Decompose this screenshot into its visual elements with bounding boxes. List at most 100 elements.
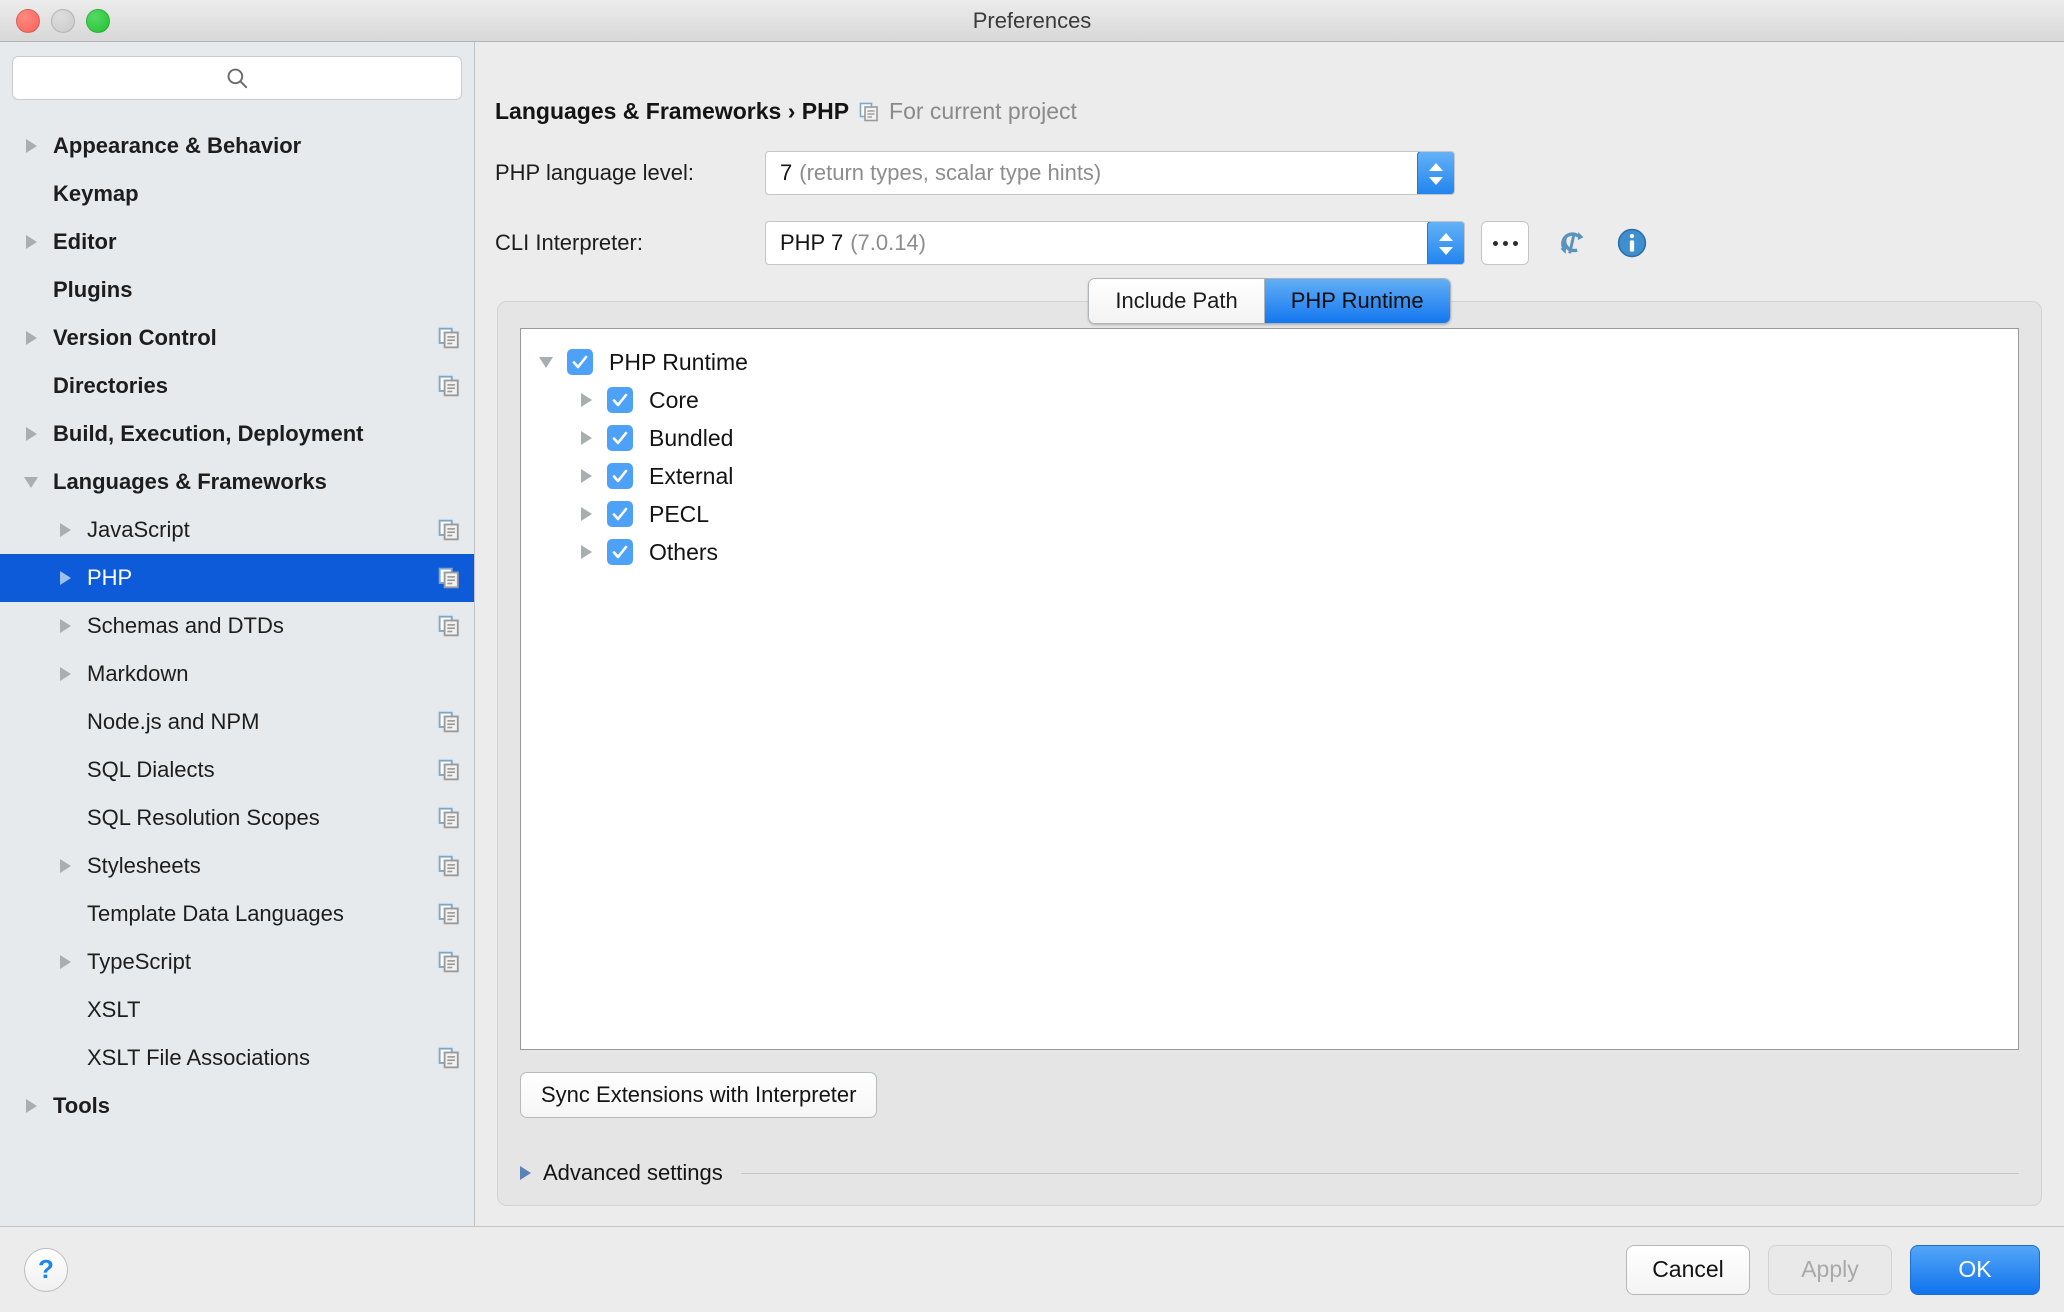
php-language-level-value: 7 bbox=[780, 160, 793, 185]
sidebar-item-label: Node.js and NPM bbox=[87, 709, 260, 734]
twisty[interactable] bbox=[18, 421, 44, 447]
browse-interpreters-button[interactable] bbox=[1481, 221, 1529, 265]
copy-icon bbox=[438, 519, 459, 541]
php-runtime-tree[interactable]: PHP Runtime Core Bundled External PECL Others bbox=[520, 328, 2019, 1050]
dialog-body: Appearance & Behavior Keymap Editor Plugins… bbox=[0, 42, 2064, 1226]
twisty[interactable] bbox=[571, 431, 601, 445]
twisty[interactable] bbox=[52, 661, 78, 687]
sidebar-item-appearance-behavior[interactable]: Appearance & Behavior bbox=[0, 122, 474, 170]
twisty[interactable] bbox=[571, 469, 601, 483]
tree-row[interactable]: External bbox=[521, 457, 2018, 495]
checkbox-external[interactable] bbox=[607, 463, 633, 489]
twisty[interactable] bbox=[52, 949, 78, 975]
sidebar-item-xslt[interactable]: XSLT bbox=[0, 986, 474, 1034]
sidebar-item-editor[interactable]: Editor bbox=[0, 218, 474, 266]
sidebar-item-sql-resolution-scopes[interactable]: SQL Resolution Scopes bbox=[0, 794, 474, 842]
tree-row-label: PECL bbox=[649, 500, 710, 527]
chevron-right-icon bbox=[580, 393, 592, 407]
chevron-right-icon bbox=[59, 571, 71, 585]
help-button[interactable]: ? bbox=[24, 1247, 68, 1292]
cli-interpreter-value: PHP 7 bbox=[780, 230, 844, 255]
sidebar-item-sql-dialects[interactable]: SQL Dialects bbox=[0, 746, 474, 794]
twisty[interactable] bbox=[18, 469, 44, 495]
info-button[interactable] bbox=[1615, 226, 1649, 260]
twisty[interactable] bbox=[571, 507, 601, 521]
twisty[interactable] bbox=[18, 1093, 44, 1119]
sidebar-item-markdown[interactable]: Markdown bbox=[0, 650, 474, 698]
cancel-button[interactable]: Cancel bbox=[1626, 1244, 1750, 1295]
sidebar-item-xslt-file-associations[interactable]: XSLT File Associations bbox=[0, 1034, 474, 1082]
cli-interpreter-stepper[interactable] bbox=[1427, 222, 1464, 264]
copy-icon bbox=[438, 567, 459, 589]
sidebar-item-node-js-and-npm[interactable]: Node.js and NPM bbox=[0, 698, 474, 746]
chevron-down-icon bbox=[539, 356, 553, 368]
twisty[interactable] bbox=[52, 853, 78, 879]
chevron-right-icon bbox=[59, 523, 71, 537]
chevron-right-icon bbox=[59, 619, 71, 633]
twisty[interactable] bbox=[52, 565, 78, 591]
check-icon bbox=[612, 507, 628, 521]
tree-row[interactable]: Bundled bbox=[521, 419, 2018, 457]
php-language-level-hint: (return types, scalar type hints) bbox=[799, 160, 1102, 185]
cli-interpreter-version: (7.0.14) bbox=[850, 230, 927, 255]
checkbox-bundled[interactable] bbox=[607, 425, 633, 451]
sidebar-item-javascript[interactable]: JavaScript bbox=[0, 506, 474, 554]
sidebar-item-stylesheets[interactable]: Stylesheets bbox=[0, 842, 474, 890]
sidebar-item-typescript[interactable]: TypeScript bbox=[0, 938, 474, 986]
sidebar-item-keymap[interactable]: Keymap bbox=[0, 170, 474, 218]
php-language-level-select[interactable]: 7 (return types, scalar type hints) bbox=[765, 151, 1455, 195]
tab-include-path[interactable]: Include Path bbox=[1089, 279, 1265, 323]
tab-bar: Include Path PHP Runtime bbox=[497, 278, 2042, 324]
cli-interpreter-label: CLI Interpreter: bbox=[495, 230, 643, 255]
sidebar-item-template-data-languages[interactable]: Template Data Languages bbox=[0, 890, 474, 938]
sidebar-item-languages-frameworks[interactable]: Languages & Frameworks bbox=[0, 458, 474, 506]
twisty[interactable] bbox=[571, 545, 601, 559]
sidebar-item-version-control[interactable]: Version Control bbox=[0, 314, 474, 362]
advanced-settings-row[interactable]: Advanced settings bbox=[520, 1160, 2019, 1186]
window-title: Preferences bbox=[972, 8, 1092, 33]
twisty[interactable] bbox=[18, 133, 44, 159]
chevron-down-icon bbox=[24, 476, 38, 488]
sidebar-item-label: Tools bbox=[53, 1093, 111, 1118]
copy-icon bbox=[438, 903, 459, 925]
tree-row[interactable]: PHP Runtime bbox=[521, 343, 2018, 381]
sidebar-item-plugins[interactable]: Plugins bbox=[0, 266, 474, 314]
sidebar-item-label: Version Control bbox=[53, 325, 217, 350]
tree-row[interactable]: Core bbox=[521, 381, 2018, 419]
info-icon bbox=[1617, 228, 1647, 258]
tree-row[interactable]: PECL bbox=[521, 495, 2018, 533]
sync-extensions-button[interactable]: Sync Extensions with Interpreter bbox=[520, 1072, 878, 1118]
twisty[interactable] bbox=[18, 325, 44, 351]
twisty[interactable] bbox=[571, 393, 601, 407]
php-language-level-stepper[interactable] bbox=[1417, 152, 1454, 194]
sidebar-item-schemas-and-dtds[interactable]: Schemas and DTDs bbox=[0, 602, 474, 650]
twisty[interactable] bbox=[52, 517, 78, 543]
chevron-right-icon bbox=[59, 859, 71, 873]
tab-php-runtime[interactable]: PHP Runtime bbox=[1264, 279, 1450, 323]
tree-row[interactable]: Others bbox=[521, 533, 2018, 571]
refresh-icon bbox=[1560, 232, 1584, 254]
ok-button[interactable]: OK bbox=[1910, 1244, 2040, 1295]
checkbox-others[interactable] bbox=[607, 539, 633, 565]
sidebar-item-directories[interactable]: Directories bbox=[0, 362, 474, 410]
twisty[interactable] bbox=[531, 356, 561, 368]
search-box[interactable] bbox=[12, 56, 462, 100]
sidebar-item-build-execution-deployment[interactable]: Build, Execution, Deployment bbox=[0, 410, 474, 458]
refresh-button[interactable] bbox=[1555, 226, 1589, 260]
chevron-right-icon bbox=[580, 507, 592, 521]
sidebar-item-label: Schemas and DTDs bbox=[87, 613, 284, 638]
checkbox-core[interactable] bbox=[607, 387, 633, 413]
twisty[interactable] bbox=[18, 229, 44, 255]
sidebar-item-label: Editor bbox=[53, 229, 117, 254]
checkbox-php-runtime[interactable] bbox=[567, 349, 593, 375]
check-icon bbox=[612, 545, 628, 559]
chevron-right-icon bbox=[25, 235, 37, 249]
sidebar-item-php[interactable]: PHP bbox=[0, 554, 474, 602]
chevron-up-icon bbox=[1439, 233, 1453, 241]
sidebar-item-tools[interactable]: Tools bbox=[0, 1082, 474, 1130]
cli-interpreter-select[interactable]: PHP 7 (7.0.14) bbox=[765, 221, 1465, 265]
search-input[interactable] bbox=[13, 57, 461, 99]
twisty[interactable] bbox=[52, 613, 78, 639]
ellipsis-dot bbox=[1492, 240, 1498, 246]
checkbox-pecl[interactable] bbox=[607, 501, 633, 527]
